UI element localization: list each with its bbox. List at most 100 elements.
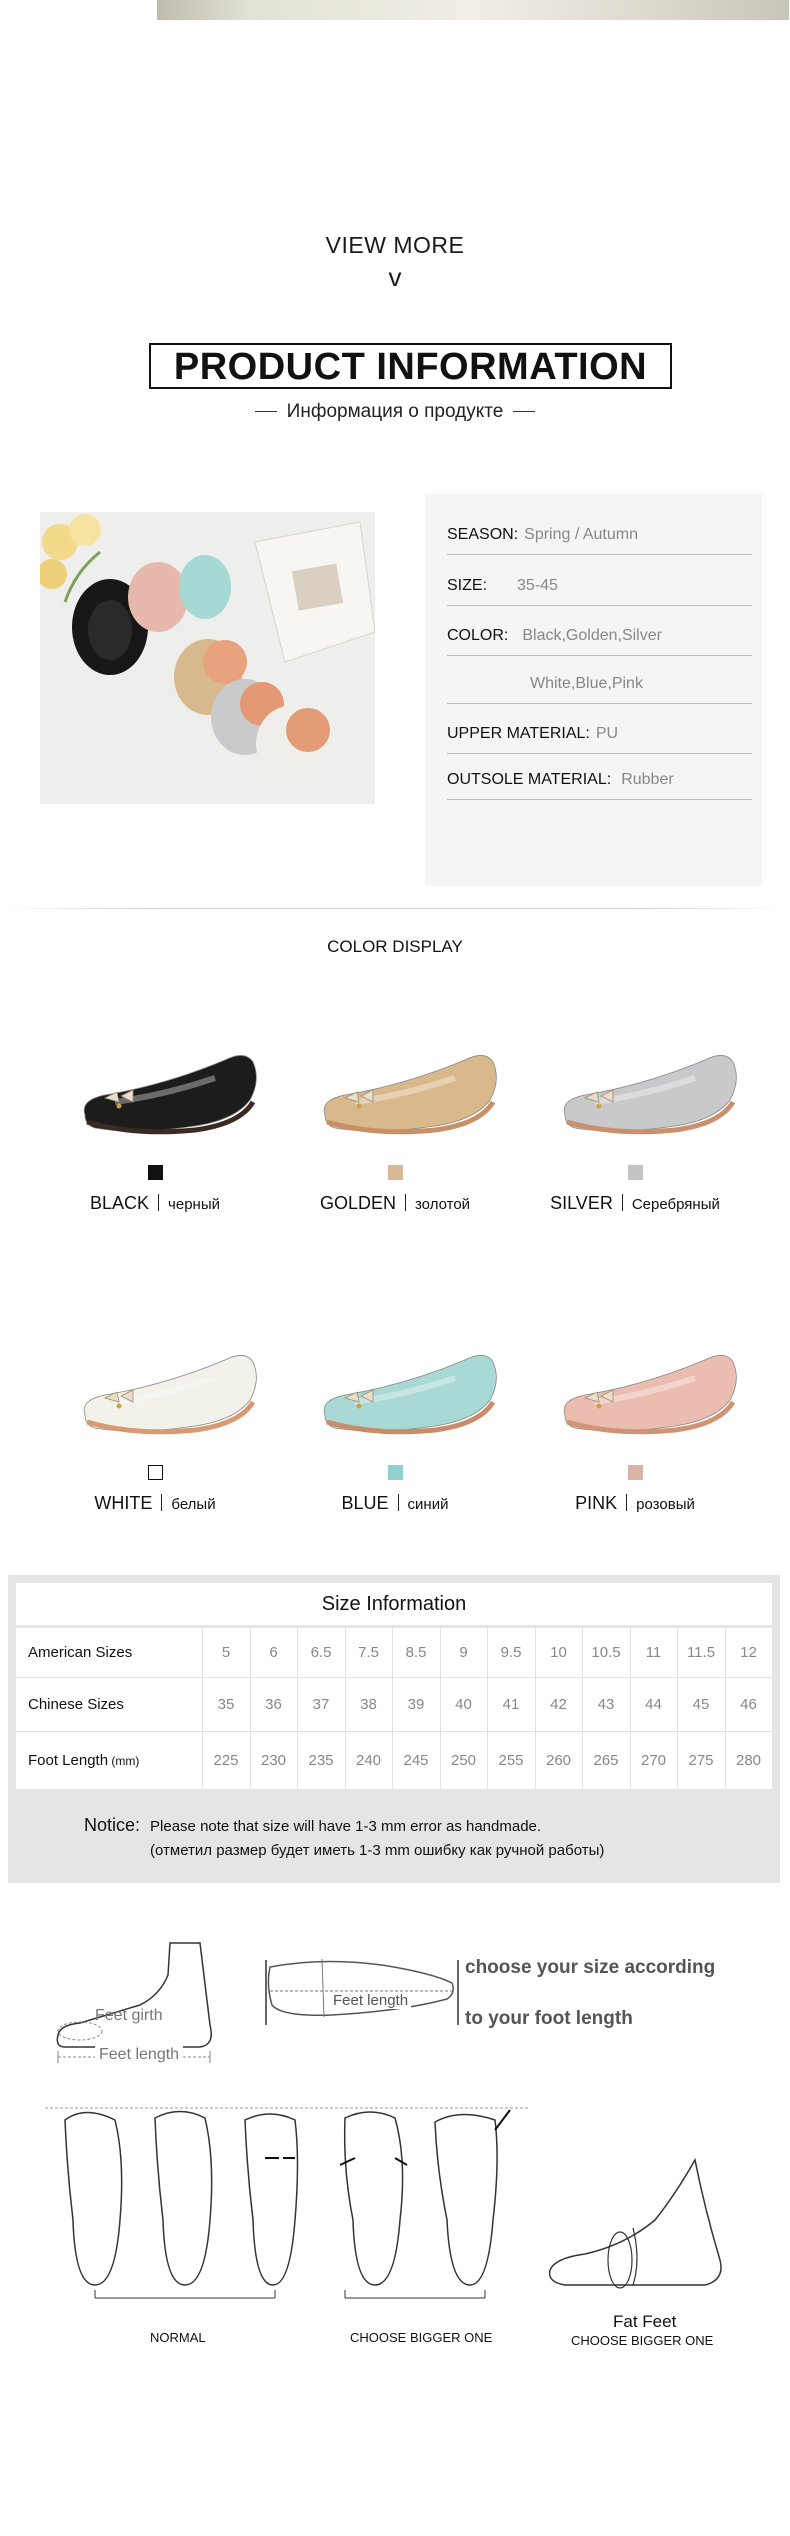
color-swatch-black[interactable] bbox=[148, 1165, 163, 1180]
color-name-en: BLACK bbox=[90, 1193, 150, 1213]
size-cell: 225 bbox=[202, 1732, 249, 1790]
size-row-label: Foot Length (mm) bbox=[28, 1752, 140, 1769]
color-name-separator bbox=[158, 1194, 160, 1211]
spec-value: Black,Golden,Silver bbox=[522, 627, 662, 644]
size-cell: 11.5 bbox=[677, 1628, 724, 1678]
notice-label: Notice: bbox=[84, 1815, 141, 1835]
size-cell: 9.5 bbox=[487, 1628, 534, 1678]
notice-text: Please note that size will have 1-3 mm e… bbox=[150, 1818, 542, 1835]
size-row-label: American Sizes bbox=[28, 1644, 133, 1661]
color-swatch-silver[interactable] bbox=[628, 1165, 643, 1180]
color-swatch-blue[interactable] bbox=[388, 1465, 403, 1480]
size-row: Foot Length (mm) 225 230 235 240 245 250 255 260… bbox=[16, 1731, 772, 1790]
spec-value: White,Blue,Pink bbox=[530, 675, 643, 692]
spec-size: SIZE: 35-45 bbox=[447, 577, 752, 606]
size-cell: 10 bbox=[534, 1628, 582, 1678]
size-information-title: Size Information bbox=[16, 1583, 772, 1625]
choose-bigger-label-1: CHOOSE BIGGER ONE bbox=[350, 2330, 493, 2345]
size-cell: 41 bbox=[487, 1678, 534, 1732]
size-cell: 250 bbox=[439, 1732, 487, 1790]
color-name-ru: синий bbox=[407, 1496, 449, 1513]
notice-text-russian: (отметил размер будет иметь 1-3 mm ошибк… bbox=[150, 1842, 605, 1859]
specs-panel: SEASON: Spring / Autumn SIZE: 35-45 COLOR:… bbox=[425, 494, 762, 886]
fat-feet-label: Fat Feet bbox=[613, 2312, 677, 2331]
choose-bigger-label-2: CHOOSE BIGGER ONE bbox=[571, 2333, 714, 2348]
choose-size-line-2: to your foot length bbox=[465, 2008, 633, 2029]
color-name-separator bbox=[397, 1494, 399, 1511]
size-cell: 46 bbox=[724, 1678, 772, 1732]
spec-label: SEASON: bbox=[447, 526, 519, 543]
spec-upper-material: UPPER MATERIAL: PU bbox=[447, 725, 752, 754]
color-name-ru: золотой bbox=[414, 1196, 471, 1213]
normal-label: NORMAL bbox=[150, 2330, 206, 2345]
size-information-panel: Size Information American Sizes 5 6 6.5 7.5 8… bbox=[8, 1575, 780, 1883]
color-swatch-white[interactable] bbox=[148, 1465, 163, 1480]
view-more-link[interactable]: VIEW MORE bbox=[0, 232, 790, 259]
spec-label: OUTSOLE MATERIAL: bbox=[447, 771, 612, 788]
size-notice: Notice: Please note that size will have 1… bbox=[84, 1815, 541, 1836]
size-cell: 10.5 bbox=[582, 1628, 629, 1678]
size-cell: 12 bbox=[724, 1628, 772, 1678]
product-photo-illustration bbox=[40, 512, 375, 804]
feet-length-label: Feet length bbox=[95, 2046, 184, 2064]
product-information-subtitle: Информация о продукте bbox=[0, 401, 790, 423]
top-banner-image bbox=[157, 0, 789, 20]
color-display-title: COLOR DISPLAY bbox=[327, 937, 463, 956]
spec-color: COLOR: Black,Golden,Silver bbox=[447, 627, 752, 656]
size-cell: 43 bbox=[582, 1678, 629, 1732]
size-cell: 40 bbox=[439, 1678, 487, 1732]
size-cell: 7.5 bbox=[344, 1628, 392, 1678]
color-name-silver: SILVER Серебряный bbox=[520, 1193, 750, 1214]
size-cell: 270 bbox=[629, 1732, 677, 1790]
color-name-white: WHITE белый bbox=[40, 1493, 270, 1514]
size-cell: 240 bbox=[344, 1732, 392, 1790]
color-swatch-pink[interactable] bbox=[628, 1465, 643, 1480]
size-row: American Sizes 5 6 6.5 7.5 8.5 9 9.5 10 10.5 11 11.… bbox=[16, 1627, 772, 1678]
size-cell: 245 bbox=[392, 1732, 439, 1790]
size-cell: 45 bbox=[677, 1678, 724, 1732]
color-name-separator bbox=[404, 1194, 406, 1211]
size-row: Chinese Sizes 35 36 37 38 39 40 41 42 43 44 45 46 bbox=[16, 1677, 772, 1732]
color-name-separator bbox=[626, 1494, 628, 1511]
spec-color-continued: White,Blue,Pink bbox=[447, 675, 752, 704]
color-name-en: SILVER bbox=[550, 1193, 613, 1213]
spec-value: Spring / Autumn bbox=[524, 526, 638, 543]
color-swatch-golden[interactable] bbox=[388, 1165, 403, 1180]
size-cell: 42 bbox=[534, 1678, 582, 1732]
shoe-image-2 bbox=[563, 1055, 737, 1135]
size-cell: 11 bbox=[629, 1628, 677, 1678]
size-cell: 44 bbox=[629, 1678, 677, 1732]
shoe-image-1 bbox=[323, 1055, 497, 1135]
size-row-unit: (mm) bbox=[108, 1754, 140, 1768]
feet-girth-label: Feet girth bbox=[95, 2007, 163, 2024]
product-photo bbox=[40, 512, 375, 804]
spec-label: COLOR: bbox=[447, 627, 509, 644]
color-name-en: GOLDEN bbox=[319, 1193, 396, 1213]
size-cell: 35 bbox=[202, 1678, 249, 1732]
spec-value: Rubber bbox=[621, 771, 674, 788]
color-name-separator bbox=[161, 1494, 163, 1511]
fat-foot-illustration bbox=[548, 2157, 722, 2289]
color-name-ru: черный bbox=[168, 1196, 220, 1213]
color-name-en: WHITE bbox=[94, 1493, 153, 1513]
size-cell: 275 bbox=[677, 1732, 724, 1790]
color-name-en: BLUE bbox=[341, 1493, 389, 1513]
size-cell: 230 bbox=[249, 1732, 297, 1790]
size-cell: 36 bbox=[249, 1678, 297, 1732]
product-information-title: PRODUCT INFORMATION bbox=[149, 343, 672, 389]
size-cell: 38 bbox=[344, 1678, 392, 1732]
color-name-blue: BLUE синий bbox=[280, 1493, 510, 1514]
dash-right bbox=[513, 411, 536, 413]
section-divider bbox=[0, 908, 790, 909]
chevron-down-icon[interactable]: v bbox=[0, 262, 790, 293]
size-cell: 6.5 bbox=[297, 1628, 344, 1678]
size-cell: 265 bbox=[582, 1732, 629, 1790]
color-name-ru: белый bbox=[171, 1496, 216, 1513]
shoe-image-0 bbox=[83, 1055, 257, 1135]
size-row-label: Chinese Sizes bbox=[28, 1696, 124, 1713]
shoe-image-4 bbox=[323, 1355, 497, 1435]
size-cell: 280 bbox=[724, 1732, 772, 1790]
shoe-image-3 bbox=[83, 1355, 257, 1435]
foot-shapes-illustration bbox=[45, 2107, 530, 2299]
spec-label: SIZE: bbox=[447, 577, 488, 594]
